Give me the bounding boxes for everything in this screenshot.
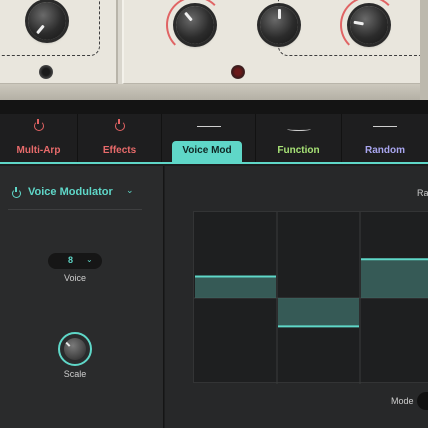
tab-multi-arp[interactable]: Multi-Arp [0, 114, 78, 162]
tab-label: Function [277, 145, 320, 156]
plugin-panel: Multi-Arp Effects Voice Mod Function Ran… [0, 100, 428, 428]
tab-label: Effects [102, 145, 137, 156]
scale-knob[interactable] [58, 332, 92, 366]
power-icon[interactable] [114, 119, 125, 131]
waveform-icon [196, 126, 221, 132]
tab-label: Random [365, 145, 405, 156]
hardware-knob[interactable] [28, 2, 66, 40]
module-name: Voice Modulator [28, 186, 113, 198]
hardware-panel [0, 0, 428, 100]
knob-cap [64, 338, 86, 360]
step-bar[interactable] [278, 298, 359, 327]
step-bar[interactable] [195, 276, 276, 299]
tab-random[interactable]: Random [342, 114, 428, 162]
panel-divider [0, 100, 428, 114]
patch-jack[interactable] [231, 65, 245, 79]
tab-label: Voice Mod [182, 145, 232, 156]
power-icon[interactable] [33, 119, 44, 131]
step-bar[interactable] [361, 259, 428, 298]
tab-function[interactable]: Function [256, 114, 342, 162]
voice-dropdown[interactable]: 8 ⌄ [48, 253, 102, 269]
mode-toggle[interactable] [417, 392, 428, 410]
tab-bar: Multi-Arp Effects Voice Mod Function Ran… [0, 114, 428, 164]
voice-modulator-controls: Voice Modulator ⌄ 8 ⌄ Voice Scale [0, 166, 164, 428]
hardware-base [0, 84, 428, 100]
tab-voice-mod[interactable]: Voice Mod [162, 114, 256, 163]
voice-value: 8 [68, 255, 74, 265]
tab-effects[interactable]: Effects [78, 114, 162, 162]
step-grid[interactable] [193, 211, 428, 384]
patch-jack[interactable] [39, 65, 53, 79]
hardware-edge [420, 0, 428, 100]
voice-step-editor: Ra Mode [165, 166, 428, 428]
step-graph[interactable] [194, 212, 428, 384]
waveform-icon [373, 126, 397, 132]
module-selector[interactable]: Voice Modulator ⌄ [8, 184, 142, 210]
scale-label: Scale [63, 369, 87, 379]
mode-label: Mode [391, 396, 414, 406]
chevron-down-icon: ⌄ [126, 185, 134, 195]
hardware-knob[interactable] [166, 0, 214, 54]
hardware-knob[interactable] [260, 6, 298, 44]
tab-label: Multi-Arp [16, 145, 61, 156]
power-icon[interactable] [12, 187, 21, 198]
rate-label: Ra [417, 188, 428, 198]
hardware-knob[interactable] [340, 0, 388, 54]
chevron-down-icon: ⌄ [86, 255, 93, 264]
voice-label: Voice [63, 273, 87, 283]
waveform-icon [286, 127, 311, 131]
